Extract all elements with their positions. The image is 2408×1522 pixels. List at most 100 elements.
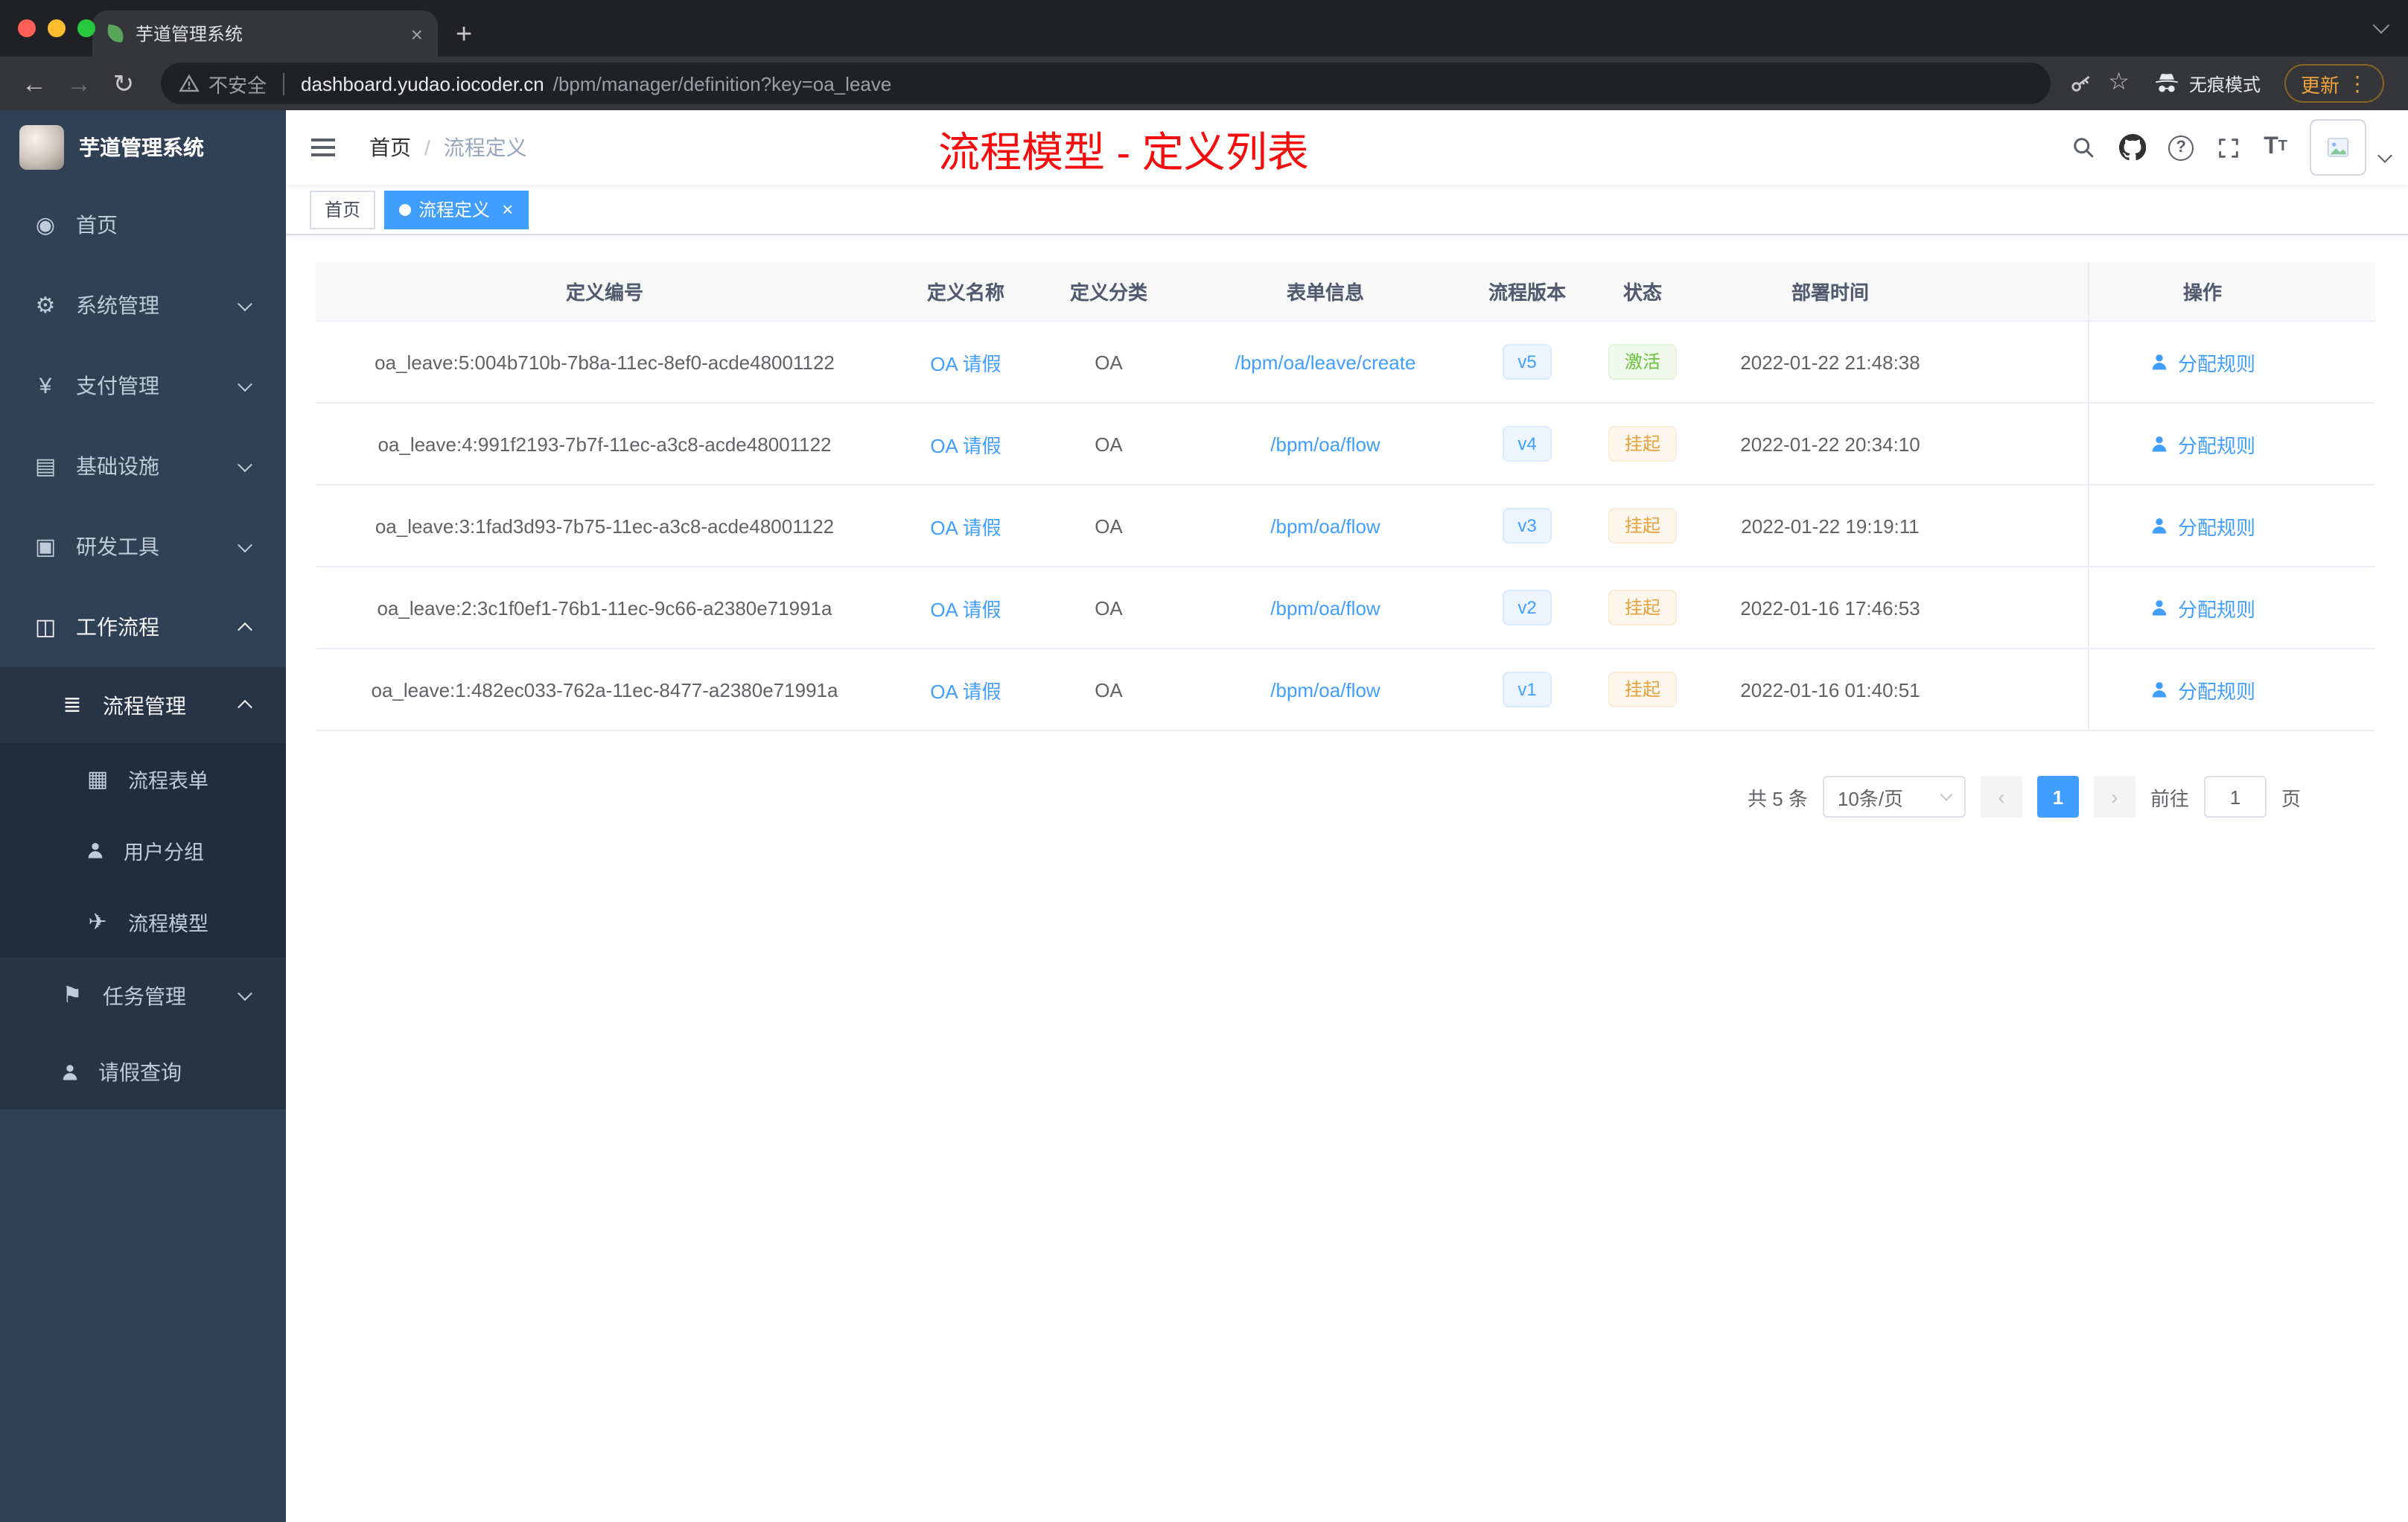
person-icon [63, 1064, 77, 1080]
page-size-select[interactable]: 10条/页 [1822, 776, 1966, 818]
browser-tab[interactable]: 芋道管理系统 × [92, 10, 438, 57]
url-bar[interactable]: 不安全 dashboard.yudao.iocoder.cn/bpm/manag… [161, 63, 2051, 104]
form-info-link[interactable]: /bpm/oa/flow [1179, 404, 1471, 484]
minimize-window-button[interactable] [48, 19, 66, 37]
tab-close-icon[interactable]: × [411, 23, 423, 44]
url-divider [283, 72, 285, 95]
sidebar-menu: ◉ 首页 ⚙ 系统管理 ¥ 支付管理 ▤ 基础设施 ▣ 研发工具 ◫ 工作流程 … [0, 185, 286, 1109]
font-size-icon[interactable]: TT [2264, 135, 2287, 159]
table-row: oa_leave:1:482ec033-762a-11ec-8477-a2380… [316, 649, 2375, 731]
avatar[interactable] [2310, 119, 2366, 176]
sidebar-item-infrastructure[interactable]: ▤ 基础设施 [0, 426, 286, 506]
definition-name-link[interactable]: OA 请假 [894, 322, 1038, 402]
status-badge: 挂起 [1608, 508, 1677, 544]
breadcrumb-home[interactable]: 首页 [369, 133, 411, 162]
zoom-window-button[interactable] [77, 19, 95, 37]
chevron-down-icon [238, 296, 252, 311]
paper-plane-icon: ✈ [88, 909, 107, 934]
definition-name-link[interactable]: OA 请假 [894, 649, 1038, 730]
pagination-total: 共 5 条 [1748, 787, 1808, 809]
page-number-button[interactable]: 1 [2036, 776, 2079, 818]
assign-rule-button[interactable]: 分配规则 [2150, 593, 2255, 622]
col-definition-name: 定义名称 [926, 281, 1004, 304]
status-badge: 挂起 [1608, 426, 1677, 462]
cell-deploy-time: 2022-01-16 01:40:51 [1740, 678, 1920, 701]
cell-filler [1958, 485, 2088, 566]
sidebar-item-dev-tools[interactable]: ▣ 研发工具 [0, 506, 286, 587]
password-key-icon[interactable] [2068, 71, 2093, 96]
table-row: oa_leave:4:991f2193-7b7f-11ec-a3c8-acde4… [316, 404, 2375, 485]
assign-rule-button[interactable]: 分配规则 [2150, 430, 2255, 458]
yen-icon: ¥ [39, 373, 52, 398]
col-form-info: 表单信息 [1286, 281, 1364, 304]
chevron-up-icon [238, 699, 252, 715]
navbar-tools: ? TT [2070, 119, 2408, 176]
user-group-icon [88, 843, 103, 859]
form-info-link[interactable]: /bpm/oa/flow [1179, 567, 1471, 648]
form-info-link[interactable]: /bpm/oa/leave/create [1179, 322, 1471, 402]
version-badge: v1 [1503, 672, 1552, 707]
assign-rule-button[interactable]: 分配规则 [2150, 348, 2255, 376]
sidebar-item-process-management[interactable]: ≣ 流程管理 [0, 667, 286, 743]
browser-tabstrip: 芋道管理系统 × + [0, 0, 2408, 57]
cell-filler [1958, 322, 2088, 402]
cell-filler [1958, 567, 2088, 648]
tag-process-definition[interactable]: 流程定义 × [384, 190, 529, 229]
help-icon[interactable]: ? [2168, 135, 2194, 160]
form-info-link[interactable]: /bpm/oa/flow [1179, 649, 1471, 730]
breadcrumb: 首页 / 流程定义 [369, 133, 527, 162]
definition-name-link[interactable]: OA 请假 [894, 404, 1038, 484]
cell-category: OA [1095, 433, 1123, 455]
version-badge: v3 [1503, 508, 1552, 544]
definition-name-link[interactable]: OA 请假 [894, 567, 1038, 648]
new-tab-button[interactable]: + [456, 21, 472, 49]
active-dot-icon [399, 203, 412, 215]
gear-icon: ⚙ [35, 293, 56, 318]
browser-menu-icon[interactable]: ⋮ [2347, 73, 2368, 94]
status-badge: 激活 [1608, 344, 1677, 380]
tag-home[interactable]: 首页 [310, 190, 376, 229]
prev-page-button[interactable]: ‹ [1980, 776, 2022, 818]
infrastructure-icon: ▤ [34, 453, 57, 479]
tab-favicon-icon [106, 24, 125, 43]
refresh-button[interactable]: ↻ [104, 71, 143, 96]
tag-close-icon[interactable]: × [502, 200, 513, 219]
tab-search-chevron-icon[interactable] [2372, 16, 2390, 34]
chevron-down-icon [238, 376, 252, 392]
assign-rule-button[interactable]: 分配规则 [2150, 512, 2255, 540]
sidebar-item-system[interactable]: ⚙ 系统管理 [0, 265, 286, 346]
cell-definition-id: oa_leave:1:482ec033-762a-11ec-8477-a2380… [371, 678, 838, 701]
fullscreen-icon[interactable] [2216, 135, 2241, 160]
warning-icon [179, 74, 200, 92]
sidebar-item-leave-query[interactable]: 请假查询 [0, 1034, 286, 1109]
definition-name-link[interactable]: OA 请假 [894, 485, 1038, 566]
logo-title: 芋道管理系统 [79, 136, 204, 159]
sidebar-item-process-form[interactable]: ▦ 流程表单 [0, 743, 286, 815]
select-chevron-down-icon [1940, 788, 1953, 801]
tags-view-bar: 首页 流程定义 × [286, 185, 2408, 235]
next-page-button[interactable]: › [2093, 776, 2135, 818]
incognito-label: 无痕模式 [2188, 74, 2261, 95]
sidebar-item-workflow[interactable]: ◫ 工作流程 [0, 587, 286, 667]
sidebar-item-user-group[interactable]: 用户分组 [0, 815, 286, 886]
goto-page-input[interactable] [2203, 776, 2267, 818]
forward-button[interactable]: → [60, 71, 98, 96]
sidebar-item-payment[interactable]: ¥ 支付管理 [0, 346, 286, 426]
col-definition-category: 定义分类 [1069, 281, 1147, 304]
sidebar-toggle-button[interactable] [286, 138, 360, 156]
form-info-link[interactable]: /bpm/oa/flow [1179, 485, 1471, 566]
search-icon[interactable] [2070, 134, 2097, 161]
sidebar-item-process-model[interactable]: ✈ 流程模型 [0, 886, 286, 958]
cell-filler [1958, 649, 2088, 730]
sidebar-logo[interactable]: 芋道管理系统 [0, 110, 286, 185]
sidebar-item-task-management[interactable]: ⚑ 任务管理 [0, 958, 286, 1034]
bookmark-star-icon[interactable]: ☆ [2108, 71, 2130, 95]
sidebar-item-home[interactable]: ◉ 首页 [0, 185, 286, 265]
close-window-button[interactable] [18, 19, 36, 37]
back-button[interactable]: ← [15, 71, 54, 96]
github-icon[interactable] [2119, 134, 2147, 161]
assign-rule-button[interactable]: 分配规则 [2150, 675, 2255, 704]
avatar-caret-down-icon[interactable] [2377, 147, 2392, 162]
dashboard-icon: ◉ [35, 212, 56, 238]
update-button[interactable]: 更新 ⋮ [2284, 64, 2384, 103]
